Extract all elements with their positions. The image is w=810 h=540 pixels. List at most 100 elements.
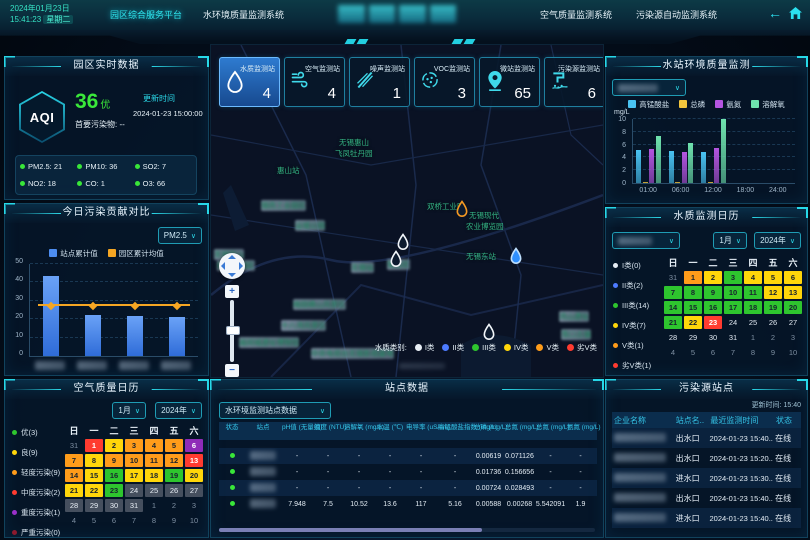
calendar-day[interactable]: 19 [764,301,782,314]
calendar-day[interactable]: 2 [764,331,782,344]
calendar-day[interactable]: 17 [125,469,143,482]
wq-bar[interactable] [656,136,661,183]
station-marker-orange[interactable] [454,200,470,219]
calendar-day[interactable]: 9 [764,346,782,359]
calendar-day[interactable]: 29 [684,331,702,344]
calendar-day[interactable]: 2 [105,439,123,452]
calendar-day[interactable]: 6 [185,439,203,452]
calendar-day[interactable]: 1 [684,271,702,284]
station-filter-pin[interactable]: 微站监测站65 [479,57,540,107]
station-filter-noise[interactable]: 噪声监测站1 [349,57,410,107]
calendar-day[interactable]: 2 [704,271,722,284]
air-cal-month-select[interactable]: 1月∨ [112,402,146,419]
calendar-day[interactable]: 22 [85,484,103,497]
wq-bar[interactable] [714,148,719,183]
calendar-day[interactable]: 3 [724,271,742,284]
station-data-select[interactable]: 水环境监测站点数据∨ [219,402,331,419]
calendar-day[interactable]: 9 [704,286,722,299]
calendar-day[interactable]: 3 [185,499,203,512]
contribution-bar[interactable] [43,276,59,356]
calendar-day[interactable]: 31 [125,499,143,512]
contribution-bar[interactable] [169,317,185,356]
calendar-day[interactable]: 18 [145,469,163,482]
calendar-day[interactable]: 25 [145,484,163,497]
calendar-day[interactable]: 16 [105,469,123,482]
calendar-day[interactable]: 5 [165,439,183,452]
table-row[interactable]: 7.9487.510.5213.61175.160.005880.002685.… [219,496,597,512]
wq-bar[interactable] [682,152,687,183]
wq-bar[interactable] [721,119,726,183]
calendar-day[interactable]: 5 [85,514,103,527]
calendar-day[interactable]: 30 [704,331,722,344]
calendar-day[interactable]: 31 [664,271,682,284]
calendar-day[interactable]: 15 [85,469,103,482]
calendar-day[interactable]: 9 [105,454,123,467]
calendar-day[interactable]: 31 [724,331,742,344]
calendar-day[interactable]: 1 [744,331,762,344]
calendar-day[interactable]: 4 [664,346,682,359]
calendar-day[interactable]: 17 [724,301,742,314]
calendar-day[interactable]: 23 [704,316,722,329]
station-filter-wind[interactable]: 空气监测站4 [284,57,345,107]
calendar-day[interactable]: 2 [165,499,183,512]
calendar-day[interactable]: 28 [664,331,682,344]
calendar-day[interactable]: 8 [744,346,762,359]
wq-bar[interactable] [701,152,706,183]
calendar-day[interactable]: 10 [185,514,203,527]
calendar-day[interactable]: 10 [125,454,143,467]
station-filter-voc[interactable]: VOC监测站3 [414,57,475,107]
zoom-slider-handle[interactable] [226,326,240,335]
wq-bar[interactable] [688,143,693,183]
nav-water-system[interactable]: 水环境质量监测系统 [203,8,284,21]
calendar-day[interactable]: 1 [145,499,163,512]
calendar-day[interactable]: 20 [784,301,802,314]
wq-station-select[interactable]: ∨ [612,79,686,96]
pollution-row[interactable]: 进水口 2024-01-23 15:40.. 在线 [612,508,801,528]
zoom-in-button[interactable]: + [225,285,239,298]
station-marker-white[interactable] [388,250,404,269]
calendar-day[interactable]: 24 [724,316,742,329]
calendar-day[interactable]: 21 [664,316,682,329]
calendar-day[interactable]: 5 [764,271,782,284]
calendar-day[interactable]: 4 [145,439,163,452]
calendar-day[interactable]: 7 [664,286,682,299]
zoom-out-button[interactable]: − [225,364,239,377]
calendar-day[interactable]: 21 [65,484,83,497]
calendar-day[interactable]: 29 [85,499,103,512]
calendar-day[interactable]: 10 [724,286,742,299]
calendar-day[interactable]: 11 [145,454,163,467]
calendar-day[interactable]: 13 [185,454,203,467]
calendar-day[interactable]: 10 [784,346,802,359]
calendar-day[interactable]: 6 [105,514,123,527]
calendar-day[interactable]: 22 [684,316,702,329]
calendar-day[interactable]: 3 [784,331,802,344]
calendar-day[interactable]: 26 [764,316,782,329]
calendar-day[interactable]: 7 [125,514,143,527]
home-icon[interactable] [789,7,802,19]
back-icon[interactable]: ← [768,5,782,21]
calendar-day[interactable]: 12 [165,454,183,467]
horizontal-scrollbar[interactable] [219,528,595,532]
contribution-bar[interactable] [127,316,143,356]
calendar-day[interactable]: 12 [764,286,782,299]
calendar-day[interactable]: 16 [704,301,722,314]
calendar-day[interactable]: 11 [744,286,762,299]
calendar-day[interactable]: 31 [65,439,83,452]
calendar-day[interactable]: 13 [784,286,802,299]
water-cal-month-select[interactable]: 1月∨ [713,232,747,249]
pollutant-select[interactable]: PM2.5∨ [158,227,202,244]
nav-air-system[interactable]: 空气质量监测系统 [540,8,612,21]
calendar-day[interactable]: 7 [65,454,83,467]
scrollbar-thumb[interactable] [219,528,482,532]
nav-park-platform[interactable]: 园区综合服务平台 [110,8,182,21]
pollution-row[interactable]: 出水口 2024-01-23 15:20.. 在线 [612,448,801,468]
calendar-day[interactable]: 5 [684,346,702,359]
calendar-day[interactable]: 30 [105,499,123,512]
calendar-day[interactable]: 20 [185,469,203,482]
table-row[interactable]: ------0.017360.156656-- [219,464,597,480]
air-cal-year-select[interactable]: 2024年∨ [155,402,202,419]
wq-bar[interactable] [643,182,648,183]
calendar-day[interactable]: 27 [185,484,203,497]
calendar-day[interactable]: 6 [704,346,722,359]
calendar-day[interactable]: 19 [165,469,183,482]
